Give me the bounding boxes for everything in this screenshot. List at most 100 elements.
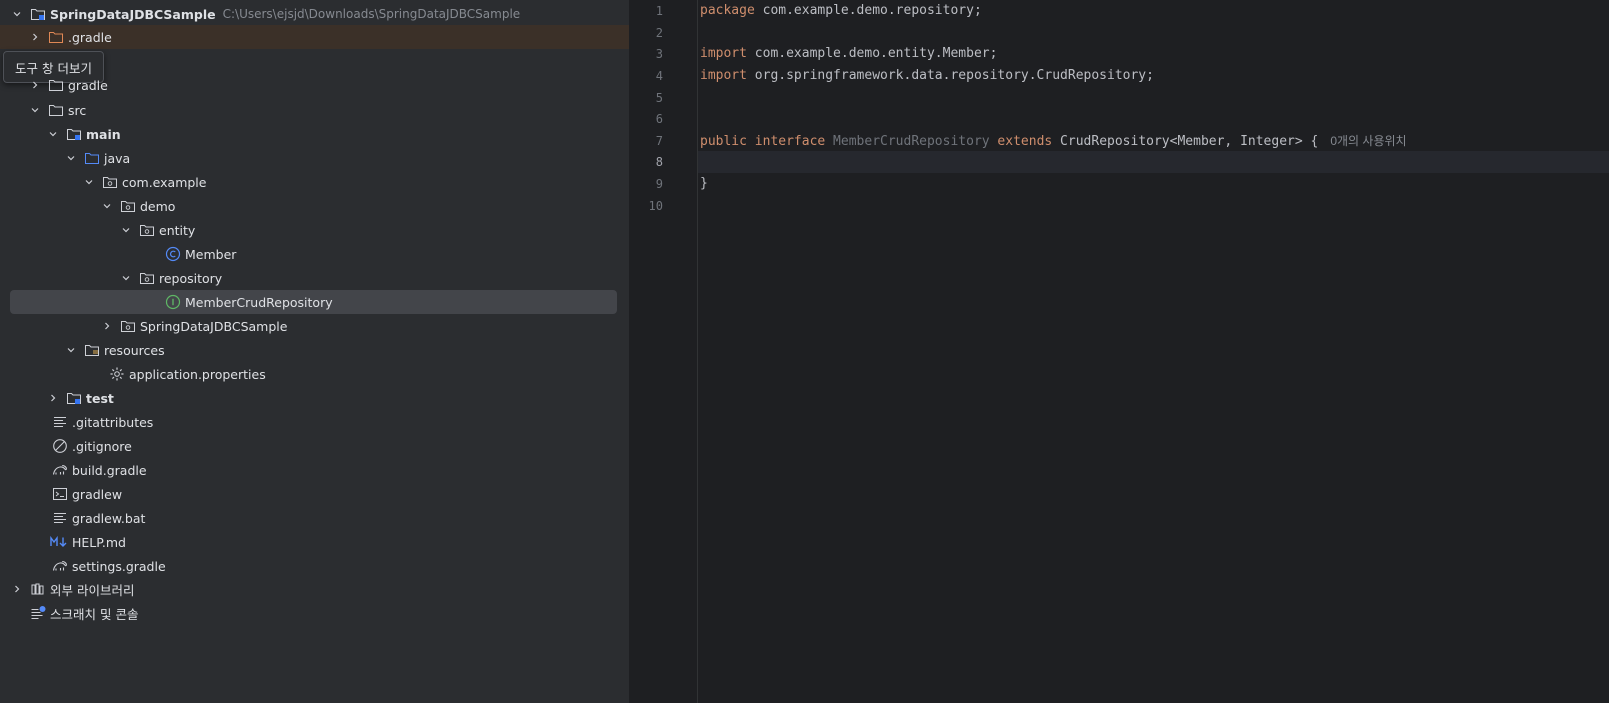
tree-label: MemberCrudRepository: [185, 294, 333, 310]
tree-row-member[interactable]: Member: [145, 242, 236, 266]
tree-row-test[interactable]: test: [46, 386, 114, 410]
tree-label: java: [104, 150, 131, 166]
tree-label: SpringDataJDBCSample: [140, 318, 288, 334]
chevron-down-icon[interactable]: [100, 199, 114, 213]
tree-row-settings-gradle[interactable]: settings.gradle: [52, 554, 166, 578]
tree-row-repository[interactable]: repository: [119, 266, 222, 290]
chevron-down-icon[interactable]: [119, 271, 133, 285]
chevron-down-icon[interactable]: [10, 7, 24, 21]
tree-label: demo: [140, 198, 176, 214]
chevron-down-icon[interactable]: [119, 223, 133, 237]
chevron-right-icon[interactable]: [100, 319, 114, 333]
tree-row-java[interactable]: java: [64, 146, 130, 170]
tree-label: entity: [159, 222, 196, 238]
tree-label: .gradle: [68, 29, 112, 45]
resources-folder-icon: [84, 342, 100, 358]
tree-label: repository: [159, 270, 223, 286]
chevron-down-icon[interactable]: [64, 151, 78, 165]
module-folder-icon: [30, 6, 46, 22]
code-text: }: [700, 176, 708, 191]
keyword: import: [700, 46, 747, 61]
tree-label: src: [68, 102, 87, 118]
code-text: com.example.demo.repository;: [754, 3, 982, 18]
code-line-3[interactable]: import com.example.demo.entity.Member;: [700, 43, 997, 65]
source-folder-icon: [84, 150, 100, 166]
tree-row-gitattributes[interactable]: .gitattributes: [52, 410, 153, 434]
tree-label: HELP.md: [72, 534, 126, 550]
tree-row-gradlew-bat[interactable]: gradlew.bat: [52, 506, 145, 530]
tree-row-spring-data-jdbc-sample-pkg[interactable]: SpringDataJDBCSample: [100, 314, 287, 338]
text-file-icon: [52, 510, 68, 526]
tree-label: 스크래치 및 콘솔: [50, 606, 139, 622]
chevron-right-icon[interactable]: [46, 391, 60, 405]
tree-label: application.properties: [129, 366, 266, 382]
java-interface-icon: [165, 294, 181, 310]
tree-label: build.gradle: [72, 462, 147, 478]
chevron-down-icon[interactable]: [28, 103, 42, 117]
tree-row-resources[interactable]: resources: [64, 338, 165, 362]
folder-icon: [48, 102, 64, 118]
code-line-1[interactable]: package com.example.demo.repository;: [700, 0, 982, 22]
tree-row-dot-gradle[interactable]: .gradle: [28, 25, 112, 49]
tree-label: settings.gradle: [72, 558, 166, 574]
tree-label: .gitattributes: [72, 414, 154, 430]
tree-row-main[interactable]: main: [46, 122, 121, 146]
chevron-right-icon[interactable]: [10, 582, 24, 596]
folder-icon: [48, 77, 64, 93]
tree-row-build-gradle[interactable]: build.gradle: [52, 458, 147, 482]
tree-row-gradlew[interactable]: gradlew: [52, 482, 122, 506]
chevron-right-icon[interactable]: [28, 78, 42, 92]
markdown-icon: [50, 534, 68, 550]
gear-icon: [109, 366, 125, 382]
code-editor[interactable]: 1 2 3 4 5 6 7 8 9 10 package com.example…: [629, 0, 1609, 703]
keyword: import: [700, 68, 747, 83]
tree-row-entity[interactable]: entity: [119, 218, 195, 242]
chevron-down-icon[interactable]: [46, 127, 60, 141]
tree-row-demo[interactable]: demo: [100, 194, 175, 218]
chevron-down-icon[interactable]: [82, 175, 96, 189]
tree-label: gradlew: [72, 486, 123, 502]
tree-row-external-libraries[interactable]: 외부 라이브러리: [10, 577, 134, 601]
package-icon: [102, 174, 118, 190]
line-number: 10: [648, 199, 663, 213]
tree-row-application-properties[interactable]: application.properties: [89, 362, 266, 386]
keyword: package: [700, 3, 755, 18]
tree-label: main: [86, 126, 121, 142]
usages-inlay-hint[interactable]: 0개의 사용위치: [1330, 134, 1406, 148]
scratches-icon: [30, 605, 46, 621]
tree-row-scratches[interactable]: 스크래치 및 콘솔: [30, 601, 138, 625]
line-number-current: 8: [655, 155, 663, 169]
tree-row-help-md[interactable]: HELP.md: [50, 530, 126, 554]
package-icon: [120, 318, 136, 334]
chevron-down-icon[interactable]: [64, 343, 78, 357]
tree-row-gradle[interactable]: gradle: [28, 73, 108, 97]
terminal-icon: [52, 486, 68, 502]
tree-row-member-crud-repository[interactable]: MemberCrudRepository: [145, 290, 333, 314]
tree-label: test: [86, 390, 114, 406]
module-folder-icon: [66, 390, 82, 406]
code-line-4[interactable]: import org.springframework.data.reposito…: [700, 65, 1154, 87]
library-icon: [30, 581, 46, 597]
line-number: 2: [655, 26, 663, 40]
tree-label: resources: [104, 342, 165, 358]
tree-label: gradlew.bat: [72, 510, 146, 526]
excluded-folder-icon: [48, 29, 64, 45]
tree-row-root[interactable]: SpringDataJDBCSample C:\Users\ejsjd\Down…: [10, 2, 520, 26]
code-line-9[interactable]: }: [700, 173, 708, 195]
tree-label: Member: [185, 246, 237, 262]
code-text: org.springframework.data.repository.Crud…: [746, 68, 1154, 83]
line-number: 5: [655, 91, 663, 105]
code-line-7[interactable]: public interface MemberCrudRepository ex…: [700, 130, 1407, 152]
code-text: com.example.demo.entity.Member;: [746, 46, 998, 61]
chevron-right-icon[interactable]: [28, 30, 42, 44]
line-number: 6: [655, 112, 663, 126]
tree-label: gradle: [68, 77, 108, 93]
tree-row-gitignore[interactable]: .gitignore: [52, 434, 132, 458]
tree-row-com-example[interactable]: com.example: [82, 170, 206, 194]
keyword: public interface: [700, 134, 826, 149]
java-class-icon: [165, 246, 181, 262]
line-number: 4: [655, 69, 663, 83]
project-root-name: SpringDataJDBCSample: [50, 6, 216, 22]
tree-row-src[interactable]: src: [28, 98, 86, 122]
gradle-icon: [52, 462, 68, 478]
